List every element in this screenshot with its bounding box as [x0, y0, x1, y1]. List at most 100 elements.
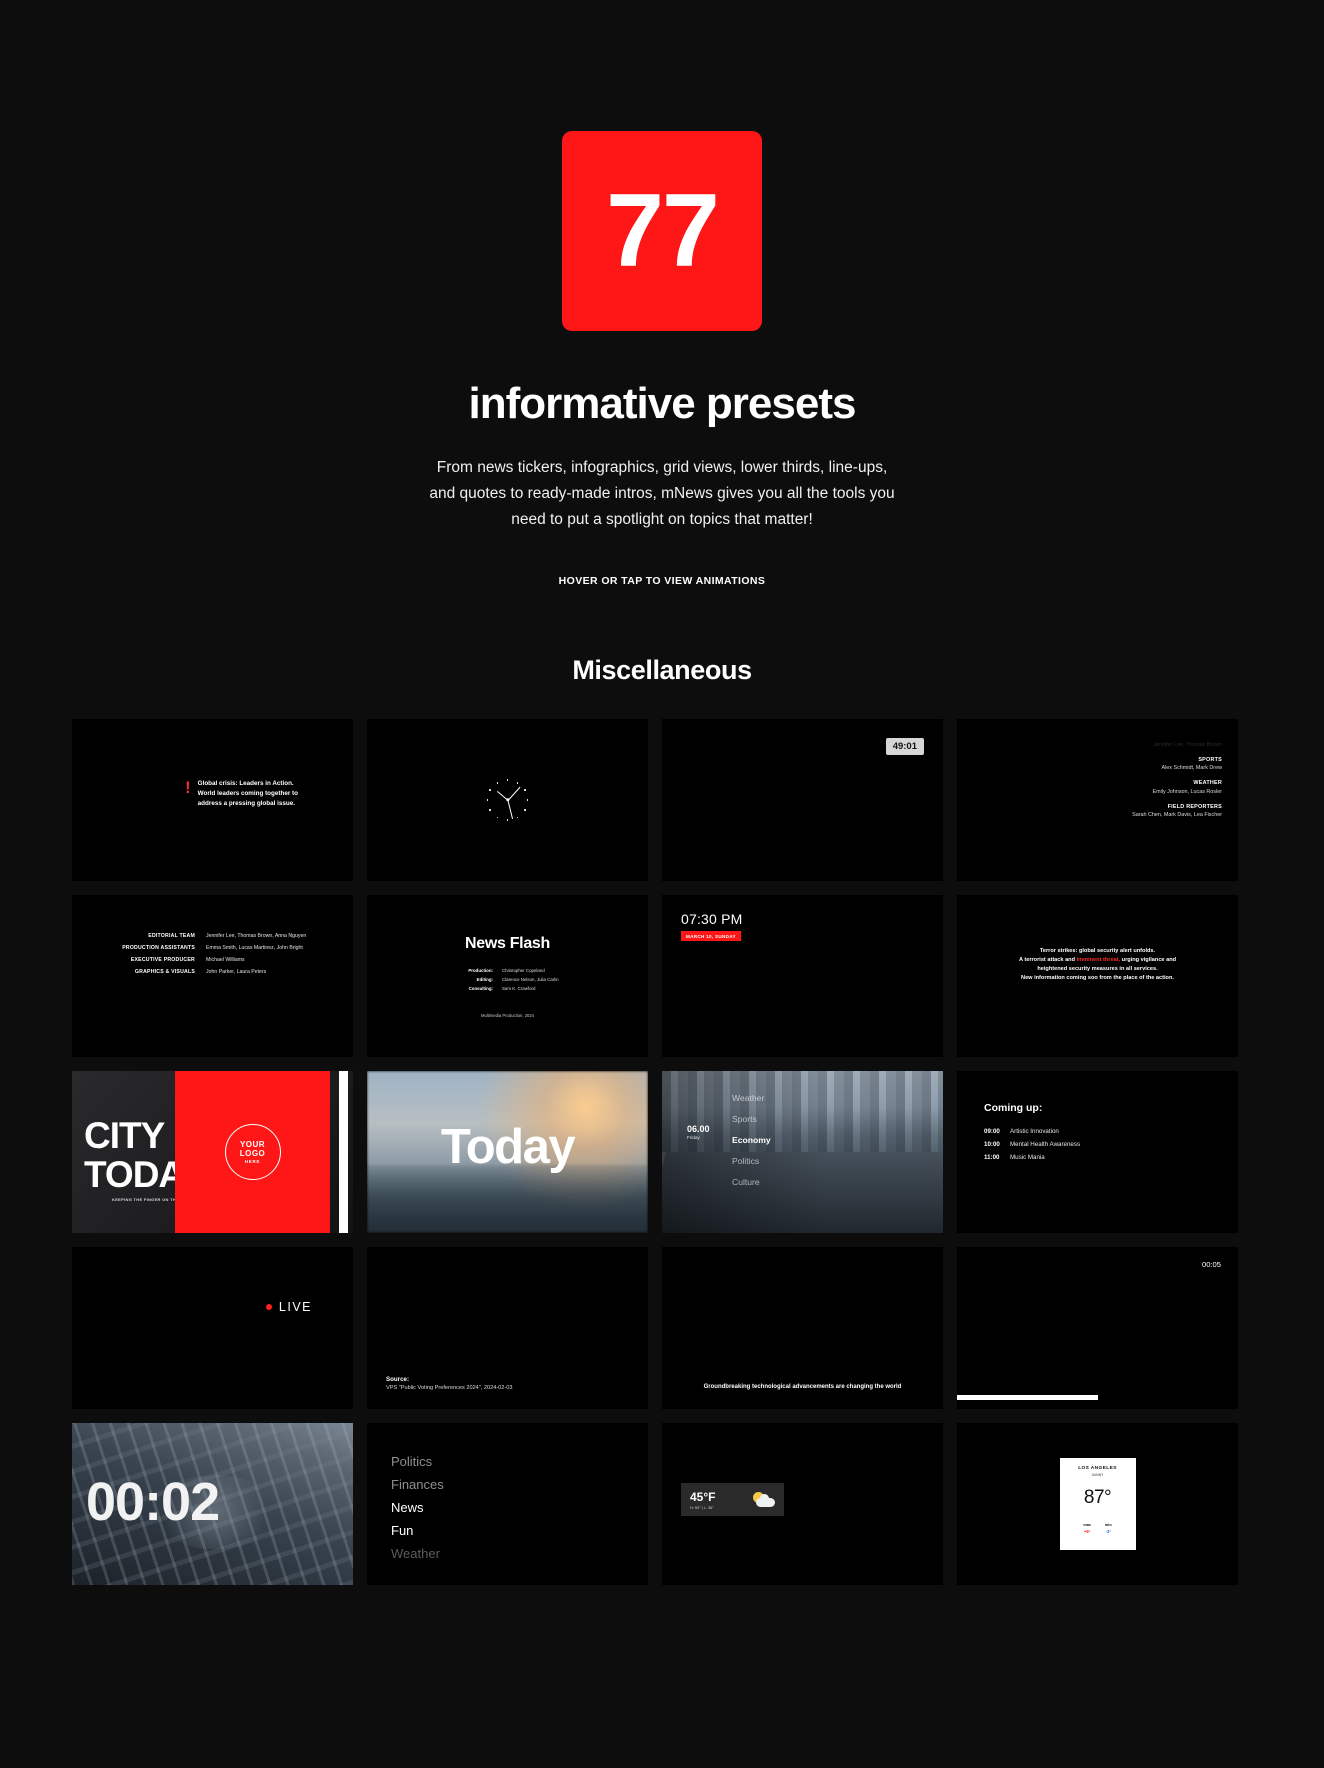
menu-item-sports[interactable]: Sports [732, 1114, 771, 1124]
news-flash-credits: Production: Christopher Copeland Editing… [367, 968, 648, 995]
sun-cloud-icon [753, 1492, 775, 1508]
ticker-text: Groundbreaking technological advancement… [703, 1384, 902, 1391]
table-row: Production: Christopher Copeland [367, 968, 648, 973]
terror-line-2b: urging vigilance and [1120, 957, 1177, 964]
editorial-credits-table: EDITORIAL TEAM Jennifer Lee, Thomas Brow… [117, 933, 306, 981]
progress-time: 00:05 [1201, 1260, 1221, 1270]
clock-tick [496, 816, 499, 819]
preset-card-breaking-alert[interactable]: Terror strikes: global security alert un… [957, 895, 1238, 1058]
preset-card-logo-reveal[interactable]: CITY TODAY KEEPING THE FINGER ON THE CIT… [72, 1071, 353, 1234]
page-root: 77 informative presets From news tickers… [0, 0, 1324, 1586]
preset-card-weather-card[interactable]: LOS ANGELES SUNNY 87° max +6° min -3° [957, 1423, 1238, 1586]
menu-item-weather[interactable]: Weather [732, 1093, 771, 1103]
weather-max: max +6° [1083, 1523, 1091, 1534]
topic-item-finances[interactable]: Finances [391, 1477, 444, 1492]
preset-card-progress-bar[interactable]: 00:05 [957, 1247, 1238, 1410]
clock-icon [485, 777, 531, 823]
topic-item-politics[interactable]: Politics [391, 1454, 444, 1469]
credit-names: Christopher Copeland [502, 968, 545, 974]
role-names: Emily Johnson, Lucas Rosler [1152, 788, 1222, 795]
preset-card-news-ticker[interactable]: Groundbreaking technological advancement… [662, 1247, 943, 1410]
weather-city: LOS ANGELES [1078, 1466, 1117, 1472]
white-divider-bar [339, 1071, 348, 1234]
news-flash-title: News Flash [464, 935, 551, 953]
credit-role: Production: [468, 968, 493, 974]
preset-count-badge: 77 [562, 131, 762, 331]
logo-placeholder-panel: YOUR LOGO HERE [175, 1071, 330, 1234]
topic-item-weather[interactable]: Weather [391, 1546, 444, 1561]
weather-min-label: min [1104, 1523, 1112, 1528]
cloud-icon [756, 1494, 775, 1508]
progress-fill [957, 1395, 1098, 1401]
alert-line-1: Global crisis: Leaders in Action. [197, 780, 294, 788]
hover-hint: HOVER OR TAP TO VIEW ANIMATIONS [558, 575, 766, 588]
clock-tick [489, 789, 491, 791]
weather-pill: 45°F H: 50° | L: 36° [681, 1483, 784, 1517]
preset-count-number: 77 [606, 173, 720, 289]
preset-card-role-credits[interactable]: Jennifer Lee, Thomas Brown SPORTS Alex S… [957, 719, 1238, 882]
preset-card-time-of-day[interactable]: 07:30 PM MARCH 10, SUNDAY [662, 895, 943, 1058]
coming-up-title: Coming up: [984, 1102, 1043, 1115]
clock-tick [506, 819, 509, 821]
credit-names: Jennifer Lee, Thomas Brown, Anna Nguyen [206, 933, 307, 940]
menu-timestamp: 06.00 Friday [687, 1124, 710, 1140]
role-label: WEATHER [1193, 780, 1222, 787]
today-title: Today [440, 1120, 576, 1175]
credit-names: Michael Williams [206, 957, 245, 964]
menu-item-economy[interactable]: Economy [732, 1135, 771, 1145]
photo-overlay [662, 1071, 943, 1234]
page-title: informative presets [468, 379, 857, 428]
credit-names: John Parker, Laura Peters [206, 969, 267, 976]
topic-list: Politics Finances News Fun Weather [391, 1454, 444, 1569]
preset-card-countdown-overlay[interactable]: 00:02 [72, 1423, 353, 1586]
table-row: PRODUCTION ASSISTANTS Emma Smith, Lucas … [117, 945, 306, 951]
clock-tick [496, 781, 499, 784]
preset-card-coming-up[interactable]: Coming up: 09:00 Artistic Innovation 10:… [957, 1071, 1238, 1234]
terror-line-2a: A terrorist attack and [1018, 957, 1077, 964]
date-badge: MARCH 10, SUNDAY [681, 931, 741, 942]
schedule-name: Mental Health Awareness [1010, 1141, 1081, 1149]
weather-max-value: +6° [1083, 1529, 1091, 1535]
preset-card-source-citation[interactable]: Source: VPS "Public Voting Preferences 2… [367, 1247, 648, 1410]
clock-tick [486, 799, 489, 801]
list-item: 09:00 Artistic Innovation [984, 1128, 1080, 1135]
alert-text: Global crisis: Leaders in Action. World … [198, 779, 298, 808]
countdown-number: 00:02 [86, 1472, 220, 1533]
menu-time-value: 06.00 [687, 1124, 710, 1135]
credit-names: Sam K. Crawford [502, 986, 536, 992]
menu-item-politics[interactable]: Politics [732, 1156, 771, 1166]
role-label: SPORTS [1198, 756, 1222, 763]
credit-names: Clarence Nelson, Julia Carlin [502, 977, 559, 983]
credit-role: Consulting: [468, 986, 493, 992]
preset-card-alert-lower-third[interactable]: ! Global crisis: Leaders in Action. Worl… [72, 719, 353, 882]
weather-max-label: max [1083, 1523, 1091, 1528]
menu-item-culture[interactable]: Culture [732, 1177, 771, 1187]
preset-card-news-flash[interactable]: News Flash Production: Christopher Copel… [367, 895, 648, 1058]
weather-big-temp: 87° [1083, 1487, 1112, 1509]
topic-item-fun[interactable]: Fun [391, 1523, 444, 1538]
preset-card-editorial-credits[interactable]: EDITORIAL TEAM Jennifer Lee, Thomas Brow… [72, 895, 353, 1058]
preset-card-today-intro[interactable]: Today [367, 1071, 648, 1234]
logo-ring: YOUR LOGO HERE [224, 1124, 281, 1181]
live-dot-icon [265, 1304, 272, 1311]
weather-pill-text: 45°F H: 50° | L: 36° [690, 1490, 715, 1510]
preset-card-clock[interactable] [367, 719, 648, 882]
alert-line-2: World leaders coming together to [197, 789, 298, 797]
clock-tick [524, 809, 526, 811]
preset-card-topic-list[interactable]: Politics Finances News Fun Weather [367, 1423, 648, 1586]
logo-line-3: HERE [244, 1159, 261, 1165]
exclamation-icon: ! [185, 778, 191, 798]
preset-card-weather-pill[interactable]: 45°F H: 50° | L: 36° [662, 1423, 943, 1586]
table-row: EXECUTIVE PRODUCER Michael Williams [117, 957, 306, 963]
clock-tick [506, 779, 509, 781]
preset-card-city-menu[interactable]: 06.00 Friday Weather Sports Economy Poli… [662, 1071, 943, 1234]
topic-item-news[interactable]: News [391, 1500, 444, 1515]
weather-range: H: 50° | L: 36° [690, 1505, 714, 1510]
schedule-name: Artistic Innovation [1010, 1128, 1059, 1136]
table-row: GRAPHICS & VISUALS John Parker, Laura Pe… [117, 969, 306, 975]
source-detail: VPS "Public Voting Preferences 2024", 20… [386, 1385, 513, 1392]
preset-card-countdown-timer[interactable]: 49:01 [662, 719, 943, 882]
preset-card-live-badge[interactable]: LIVE [72, 1247, 353, 1410]
credit-role: EXECUTIVE PRODUCER [130, 957, 195, 964]
credit-role: Editing: [476, 977, 493, 983]
